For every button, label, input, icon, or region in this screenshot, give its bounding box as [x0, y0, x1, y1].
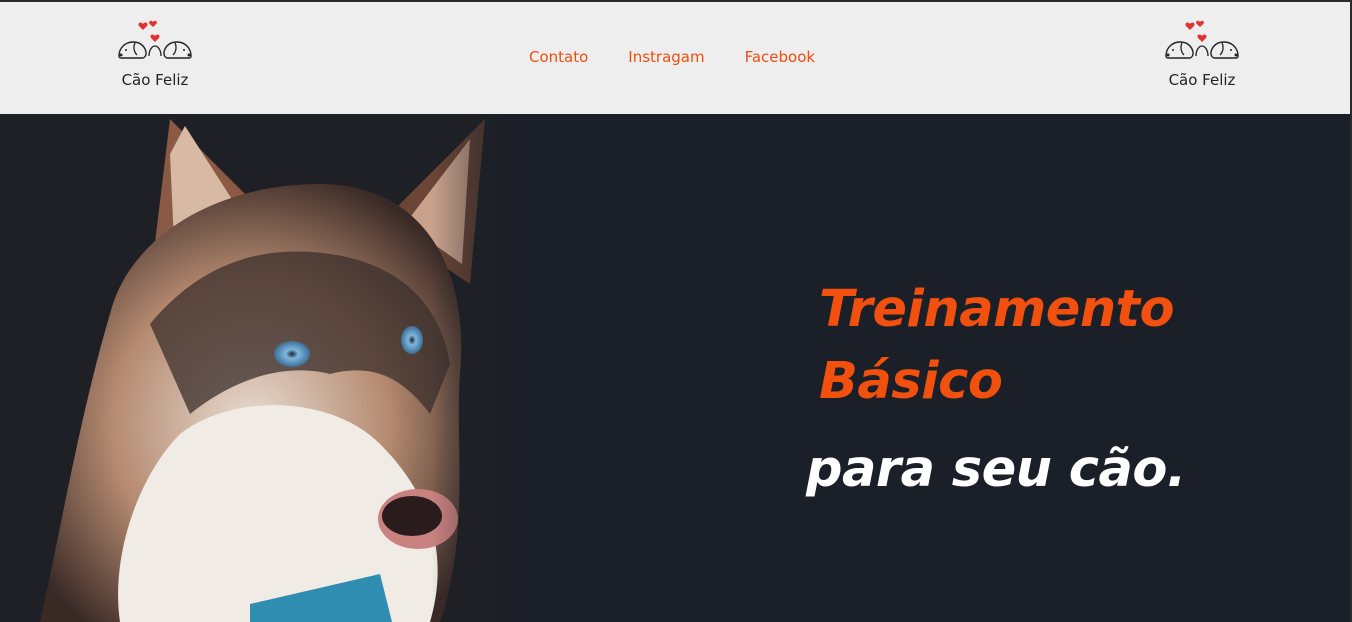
- brand-name: Cão Feliz: [1168, 71, 1236, 89]
- hero-headline: Treinamento Básico para seu cão.: [806, 274, 1186, 500]
- headline-line-1: Treinamento: [819, 280, 1175, 339]
- two-dogs-hearts-icon: [1165, 20, 1239, 59]
- two-dogs-hearts-icon: [118, 20, 192, 59]
- headline-line-3: para seu cão.: [806, 440, 1186, 499]
- nav-link-contato[interactable]: Contato: [529, 48, 588, 66]
- nav-link-instagram[interactable]: Instragam: [628, 48, 704, 66]
- husky-dog-photo: [0, 114, 540, 622]
- brand-name: Cão Feliz: [121, 71, 189, 89]
- brand-right[interactable]: Cão Feliz: [1152, 16, 1252, 100]
- headline-line-2: Básico: [819, 352, 1003, 411]
- site-header: Cão Feliz Contato Instragam Facebook Cão…: [0, 2, 1350, 114]
- hero-section: Treinamento Básico para seu cão.: [0, 114, 1350, 622]
- nav-link-facebook[interactable]: Facebook: [745, 48, 815, 66]
- page: Cão Feliz Contato Instragam Facebook Cão…: [0, 2, 1350, 622]
- main-nav: Contato Instragam Facebook: [529, 48, 815, 66]
- brand-left[interactable]: Cão Feliz: [105, 16, 205, 100]
